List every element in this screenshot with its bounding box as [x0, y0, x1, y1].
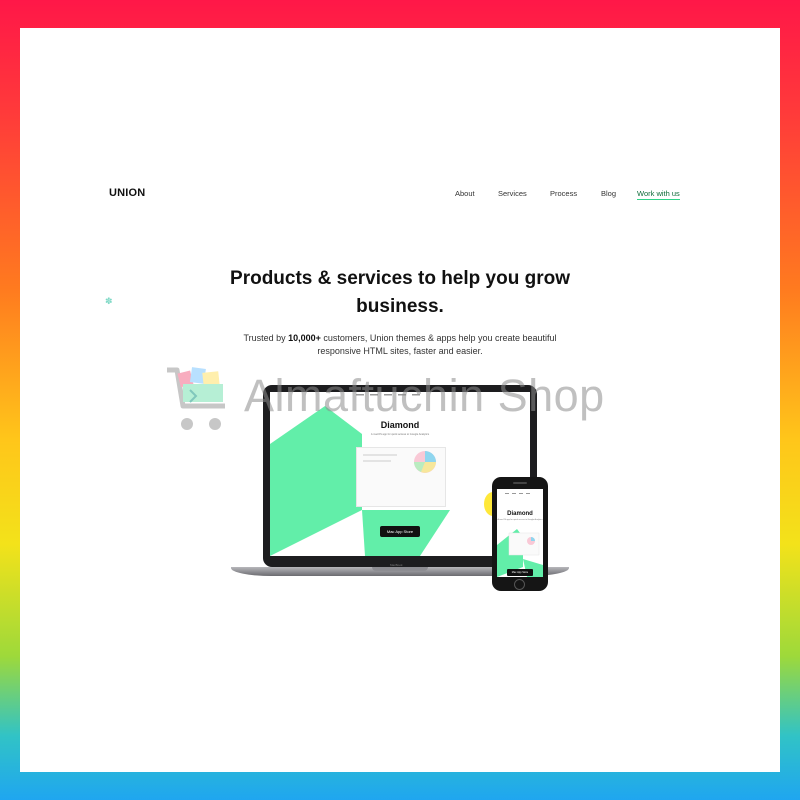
- phone-speaker: [513, 482, 527, 484]
- badge-label: Mac App Store: [386, 529, 414, 534]
- hero-sub-suffix: customers, Union themes & apps help you …: [320, 333, 557, 343]
- pie-chart-icon: [363, 451, 436, 473]
- main-nav: About Services Process Blog Work with us: [0, 189, 800, 201]
- gear-icon: ✽: [105, 296, 113, 306]
- laptop-notch: [372, 567, 428, 571]
- shopping-cart-icon: [167, 367, 225, 430]
- hero-title-line1: Products & services to help you grow: [230, 268, 570, 289]
- work-with-us-link[interactable]: Work with us: [637, 189, 680, 200]
- phone-hero-graphic: [497, 489, 543, 577]
- phone-app-subtitle: A macOS app for quick access to Google A…: [497, 519, 543, 521]
- nav-services[interactable]: Services: [498, 189, 527, 198]
- nav-blog[interactable]: Blog: [601, 189, 616, 198]
- laptop-brand: MacBook: [390, 563, 403, 567]
- mac-app-store-badge[interactable]: Mac App Store: [380, 526, 420, 537]
- hero-title: Products & services to help you grow bus…: [200, 265, 600, 321]
- phone-app-title: Diamond: [507, 511, 533, 517]
- hero-sub-line2: responsive HTML sites, faster and easier…: [317, 346, 483, 356]
- hero-sub-count: 10,000+: [288, 333, 321, 343]
- hero-sub-prefix: Trusted by: [243, 333, 289, 343]
- hero-title-line2: business.: [356, 296, 444, 317]
- laptop-app-subtitle: A macOS app for quick access to Google A…: [370, 433, 430, 436]
- watermark-text: Almaftuchin Shop: [244, 370, 605, 421]
- laptop-app-window: [356, 447, 446, 507]
- phone-home-button: [514, 579, 525, 590]
- phone-app-store-badge[interactable]: Mac App Store: [507, 569, 533, 576]
- nav-about[interactable]: About: [455, 189, 475, 198]
- phone-screen: Diamond A macOS app for quick access to …: [497, 489, 543, 577]
- nav-process[interactable]: Process: [550, 189, 577, 198]
- hero-subtitle: Trusted by 10,000+ customers, Union them…: [225, 332, 575, 358]
